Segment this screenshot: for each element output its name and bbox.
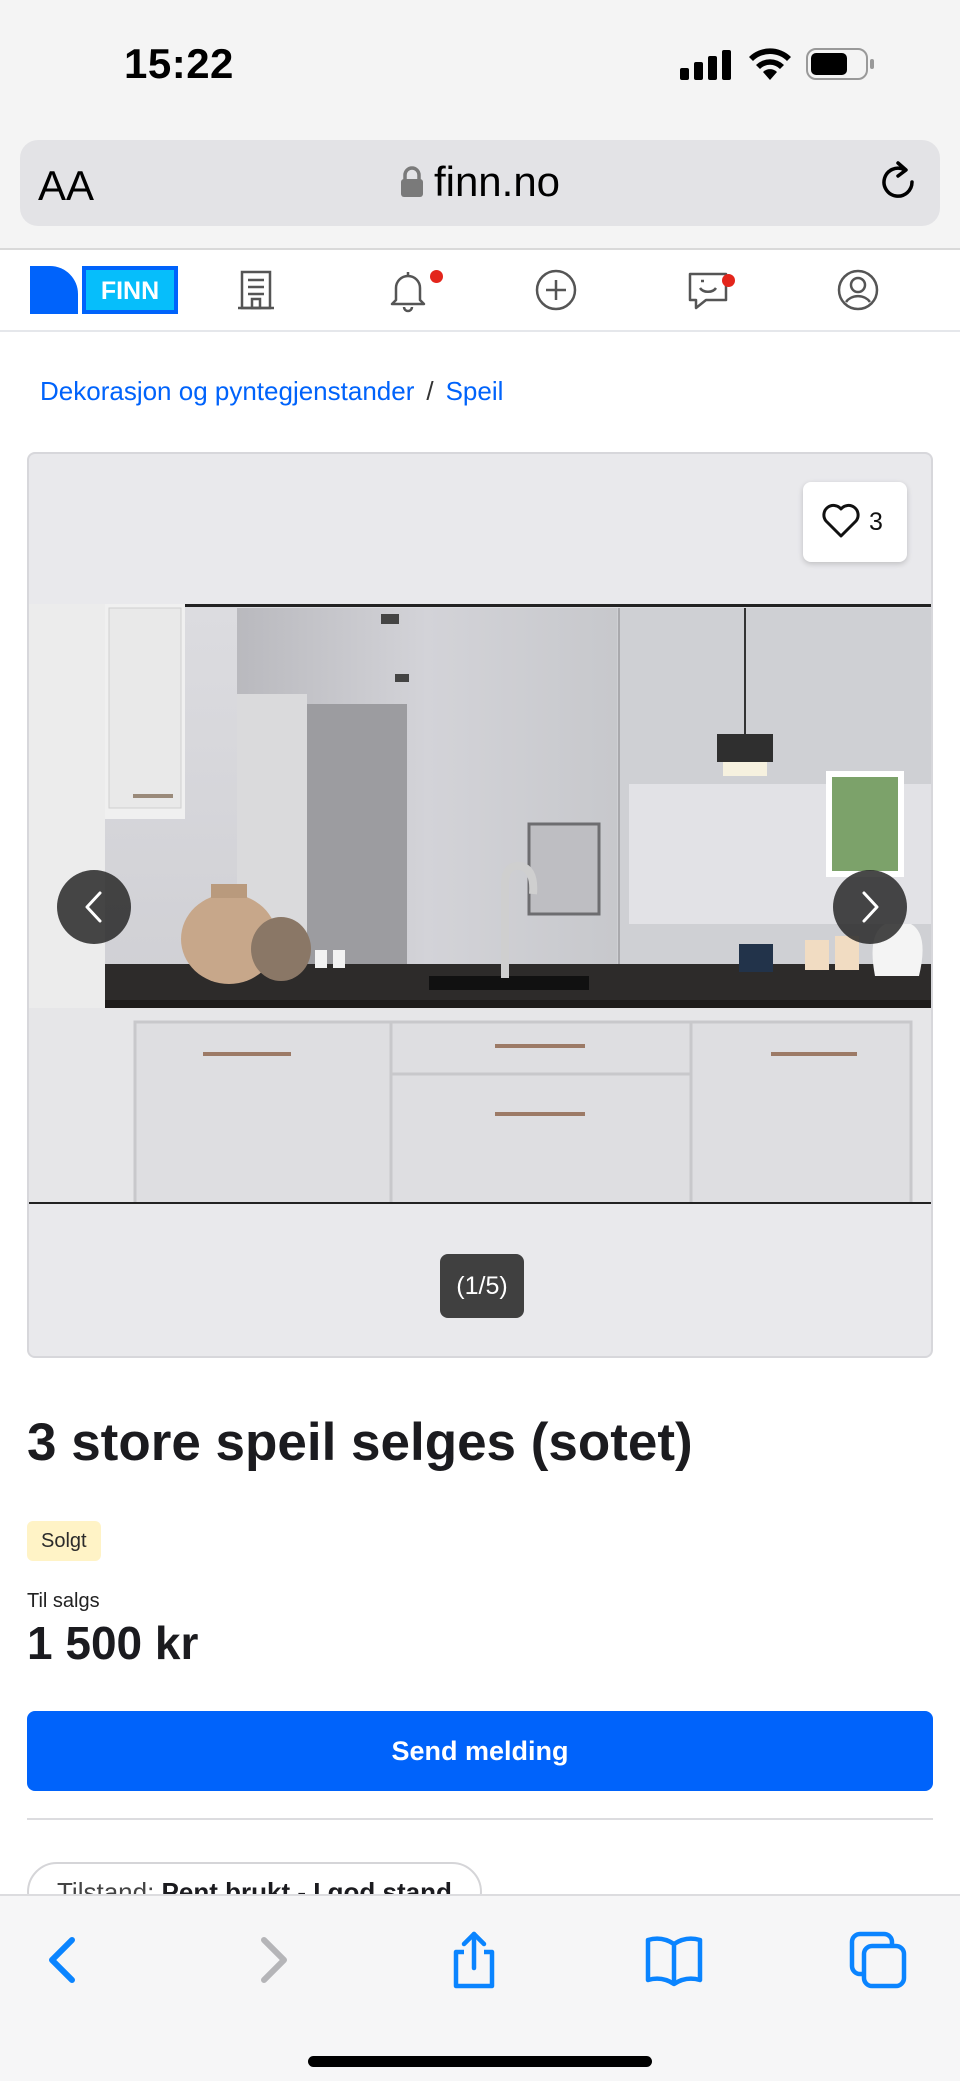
previous-image-button[interactable] — [57, 870, 131, 944]
listing-photo[interactable] — [29, 604, 933, 1204]
messages-button[interactable] — [684, 266, 735, 314]
breadcrumb-separator: / — [426, 376, 434, 406]
status-time: 15:22 — [124, 40, 234, 87]
reload-icon[interactable] — [876, 160, 922, 206]
forward-icon[interactable] — [242, 1930, 302, 1990]
image-gallery[interactable]: 3 (1/5) — [27, 452, 933, 1358]
status-badge: Solgt — [27, 1521, 101, 1561]
cellular-signal-icon — [680, 50, 732, 80]
url-field[interactable]: finn.no — [20, 158, 940, 206]
listing-title: 3 store speil selges (sotet) — [27, 1413, 693, 1472]
bookmarks-icon[interactable] — [644, 1930, 704, 1990]
profile-icon[interactable] — [834, 266, 882, 314]
wifi-icon — [749, 48, 791, 80]
breadcrumb-link-category[interactable]: Dekorasjon og pyntegjenstander — [40, 376, 414, 406]
chat-icon — [688, 272, 728, 310]
browser-bottom-toolbar — [0, 1894, 960, 2081]
home-indicator — [308, 2056, 652, 2067]
status-bar: 15:22 — [0, 0, 960, 130]
finn-logo[interactable]: FINN — [30, 266, 178, 314]
battery-icon — [806, 48, 874, 80]
next-image-button[interactable] — [833, 870, 907, 944]
tabs-icon[interactable] — [848, 1930, 908, 1990]
favorite-button[interactable]: 3 — [803, 482, 907, 562]
send-message-button[interactable]: Send melding — [27, 1711, 933, 1791]
price-label: Til salgs — [27, 1590, 100, 1612]
heart-icon — [822, 503, 860, 538]
site-header: FINN — [0, 250, 960, 332]
url-text: finn.no — [433, 158, 561, 205]
bell-icon — [390, 272, 426, 313]
lock-icon — [400, 166, 423, 197]
chevron-left-icon — [85, 891, 102, 923]
message-dot — [722, 274, 735, 287]
divider — [27, 1818, 933, 1820]
chevron-right-icon — [862, 891, 879, 923]
address-bar[interactable]: AA finn.no — [20, 140, 940, 226]
breadcrumb: Dekorasjon og pyntegjenstander / Speil — [40, 376, 503, 407]
finn-logo-text: FINN — [101, 277, 159, 305]
back-icon[interactable] — [34, 1930, 94, 1990]
notification-dot — [430, 270, 443, 283]
new-ad-icon[interactable] — [532, 266, 580, 314]
share-icon[interactable] — [444, 1930, 504, 1990]
breadcrumb-link-subcategory[interactable]: Speil — [446, 376, 504, 406]
browser-toolbar: AA finn.no — [0, 130, 960, 250]
notifications-button[interactable] — [384, 266, 443, 314]
realestate-icon[interactable] — [232, 266, 280, 314]
price: 1 500 kr — [27, 1617, 199, 1669]
image-counter: (1/5) — [440, 1254, 524, 1318]
favorite-count: 3 — [869, 508, 883, 536]
